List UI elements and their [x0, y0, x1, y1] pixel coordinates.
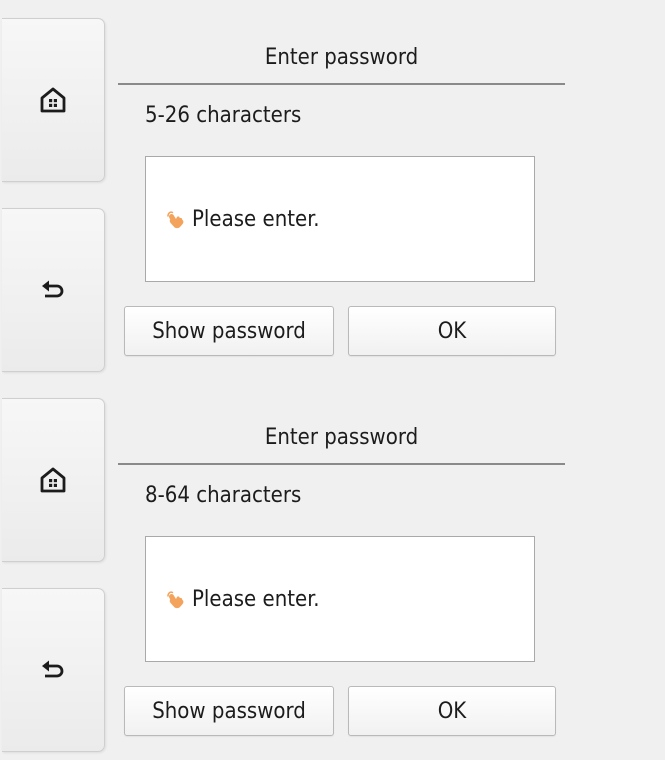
page-title: Enter password — [264, 45, 419, 70]
entry-hint-text: Please enter. — [192, 207, 320, 232]
back-arrow-icon — [42, 660, 64, 678]
tap-hand-icon — [167, 591, 184, 609]
home-icon — [40, 467, 66, 493]
show-password-button[interactable]: Show password — [124, 686, 334, 736]
password-entry-field[interactable]: Please enter. — [145, 536, 535, 662]
entry-hint: Please enter. — [166, 586, 320, 614]
title-divider — [118, 83, 565, 85]
ok-button[interactable]: OK — [348, 686, 556, 736]
show-password-button[interactable]: Show password — [124, 306, 334, 356]
home-button[interactable] — [2, 18, 105, 182]
page-title: Enter password — [264, 425, 419, 450]
entry-hint-text: Please enter. — [192, 587, 320, 612]
home-icon — [40, 87, 66, 113]
entry-hint: Please enter. — [166, 206, 320, 234]
character-range-label: 8-64 characters — [145, 483, 302, 508]
back-arrow-icon — [42, 280, 64, 298]
password-entry-field[interactable]: Please enter. — [145, 156, 535, 282]
password-panel-1: Enter password 5-26 characters Please en… — [0, 0, 665, 380]
back-button[interactable] — [2, 588, 105, 752]
ok-button[interactable]: OK — [348, 306, 556, 356]
password-panel-2: Enter password 8-64 characters Please en… — [0, 380, 665, 760]
back-button[interactable] — [2, 208, 105, 372]
title-divider — [118, 463, 565, 465]
home-button[interactable] — [2, 398, 105, 562]
character-range-label: 5-26 characters — [145, 103, 302, 128]
tap-hand-icon — [167, 211, 184, 229]
